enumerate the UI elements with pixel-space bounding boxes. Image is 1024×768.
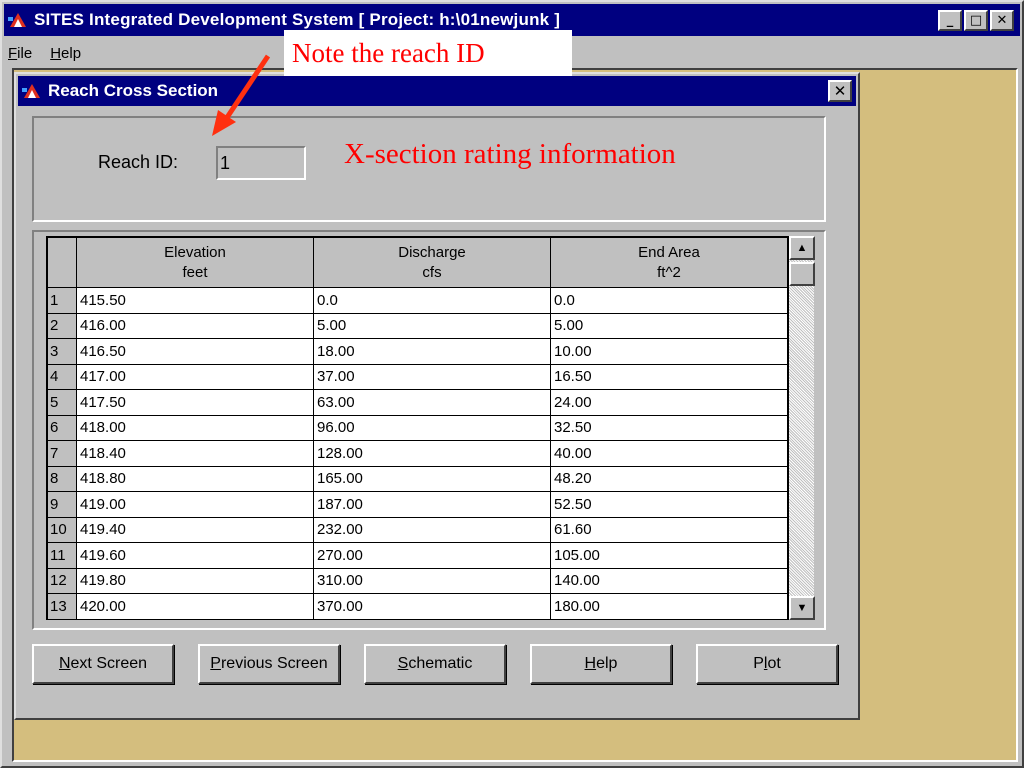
elevation-cell[interactable]: 419.60 (76, 542, 314, 569)
table-row: 13 420.00 370.00 180.00 (47, 593, 788, 619)
end-area-cell[interactable]: 105.00 (550, 542, 788, 569)
menu-file[interactable]: File (8, 45, 32, 62)
plot-button[interactable]: Pl ot (696, 644, 838, 684)
end-area-cell[interactable]: 32.50 (550, 414, 788, 441)
sites-app-icon (22, 82, 42, 100)
discharge-cell[interactable]: 5.00 (313, 312, 551, 339)
discharge-cell[interactable]: 18.00 (313, 338, 551, 365)
schematic-button[interactable]: Schematic (364, 644, 506, 684)
end-area-cell[interactable]: 10.00 (550, 338, 788, 365)
table-row: 10 419.40 232.00 61.60 (47, 516, 788, 543)
row-number: 11 (47, 542, 77, 569)
row-number: 10 (47, 516, 77, 543)
end-area-cell[interactable]: 48.20 (550, 465, 788, 492)
table-row: 3 416.50 18.00 10.00 (47, 338, 788, 365)
discharge-cell[interactable]: 165.00 (313, 465, 551, 492)
table-header-row: Elevation feet Discharge cfs End Area ft^2 (47, 237, 788, 288)
table-row: 7 418.40 128.00 40.00 (47, 440, 788, 467)
column-header-elevation[interactable]: Elevation feet (76, 237, 314, 288)
scroll-down-arrow-icon[interactable]: ▼ (789, 596, 815, 620)
end-area-cell[interactable]: 61.60 (550, 516, 788, 543)
row-number: 9 (47, 491, 77, 518)
elevation-cell[interactable]: 418.80 (76, 465, 314, 492)
discharge-cell[interactable]: 37.00 (313, 363, 551, 390)
row-number: 7 (47, 440, 77, 467)
end-area-cell[interactable]: 52.50 (550, 491, 788, 518)
row-number: 13 (47, 593, 77, 619)
child-close-button[interactable]: ✕ (828, 80, 852, 102)
row-number: 12 (47, 567, 77, 594)
discharge-cell[interactable]: 310.00 (313, 567, 551, 594)
row-number-header (47, 237, 77, 288)
discharge-cell[interactable]: 128.00 (313, 440, 551, 467)
table-row: 4 417.00 37.00 16.50 (47, 363, 788, 390)
row-number: 5 (47, 389, 77, 416)
row-number: 6 (47, 414, 77, 441)
table-row: 5 417.50 63.00 24.00 (47, 389, 788, 416)
end-area-cell[interactable]: 40.00 (550, 440, 788, 467)
rating-table[interactable]: Elevation feet Discharge cfs End Area ft^2 … (46, 236, 814, 620)
elevation-cell[interactable]: 418.00 (76, 414, 314, 441)
maximize-button[interactable]: □ (964, 10, 988, 31)
discharge-cell[interactable]: 370.00 (313, 593, 551, 619)
elevation-cell[interactable]: 420.00 (76, 593, 314, 619)
discharge-cell[interactable]: 63.00 (313, 389, 551, 416)
row-number: 3 (47, 338, 77, 365)
discharge-cell[interactable]: 187.00 (313, 491, 551, 518)
table-row: 12 419.80 310.00 140.00 (47, 567, 788, 594)
next-screen-button[interactable]: Next Screen (32, 644, 174, 684)
end-area-cell[interactable]: 0.0 (550, 287, 788, 314)
sites-app-icon (8, 11, 28, 29)
row-number: 2 (47, 312, 77, 339)
help-button[interactable]: Help (530, 644, 672, 684)
reach-id-field[interactable]: 1 (216, 146, 306, 180)
row-number: 8 (47, 465, 77, 492)
table-row: 2 416.00 5.00 5.00 (47, 312, 788, 339)
child-titlebar[interactable]: Reach Cross Section ✕ (18, 76, 856, 106)
row-number: 4 (47, 363, 77, 390)
elevation-cell[interactable]: 419.00 (76, 491, 314, 518)
table-row: 6 418.00 96.00 32.50 (47, 414, 788, 441)
scroll-up-arrow-icon[interactable]: ▲ (789, 236, 815, 260)
discharge-cell[interactable]: 270.00 (313, 542, 551, 569)
table-row: 9 419.00 187.00 52.50 (47, 491, 788, 518)
elevation-cell[interactable]: 418.40 (76, 440, 314, 467)
table-row: 1 415.50 0.0 0.0 (47, 287, 788, 314)
note-reach-id-callout: Note the reach ID (284, 30, 572, 76)
table-row: 11 419.60 270.00 105.00 (47, 542, 788, 569)
app-title: SITES Integrated Development System [ Pr… (34, 10, 561, 29)
end-area-cell[interactable]: 140.00 (550, 567, 788, 594)
discharge-cell[interactable]: 0.0 (313, 287, 551, 314)
elevation-cell[interactable]: 417.00 (76, 363, 314, 390)
elevation-cell[interactable]: 415.50 (76, 287, 314, 314)
menu-help[interactable]: Help (50, 45, 81, 62)
end-area-cell[interactable]: 24.00 (550, 389, 788, 416)
grid-frame: Elevation feet Discharge cfs End Area ft^2 … (32, 230, 826, 630)
row-number: 1 (47, 287, 77, 314)
column-header-end-area[interactable]: End Area ft^2 (550, 237, 788, 288)
end-area-cell[interactable]: 180.00 (550, 593, 788, 619)
scroll-thumb[interactable] (789, 262, 815, 286)
elevation-cell[interactable]: 419.40 (76, 516, 314, 543)
elevation-cell[interactable]: 416.00 (76, 312, 314, 339)
reach-id-label: Reach ID: (98, 152, 179, 172)
end-area-cell[interactable]: 5.00 (550, 312, 788, 339)
elevation-cell[interactable]: 419.80 (76, 567, 314, 594)
child-title: Reach Cross Section (48, 81, 219, 100)
elevation-cell[interactable]: 417.50 (76, 389, 314, 416)
end-area-cell[interactable]: 16.50 (550, 363, 788, 390)
discharge-cell[interactable]: 232.00 (313, 516, 551, 543)
discharge-cell[interactable]: 96.00 (313, 414, 551, 441)
column-header-discharge[interactable]: Discharge cfs (313, 237, 551, 288)
table-row: 8 418.80 165.00 48.20 (47, 465, 788, 492)
minimize-button[interactable]: _ (938, 10, 962, 31)
close-button[interactable]: ✕ (990, 10, 1014, 31)
previous-screen-button[interactable]: Previous Screen (198, 644, 340, 684)
elevation-cell[interactable]: 416.50 (76, 338, 314, 365)
xsection-rating-callout: X-section rating information (344, 138, 676, 170)
vertical-scrollbar[interactable]: ▲ ▼ (788, 236, 815, 620)
